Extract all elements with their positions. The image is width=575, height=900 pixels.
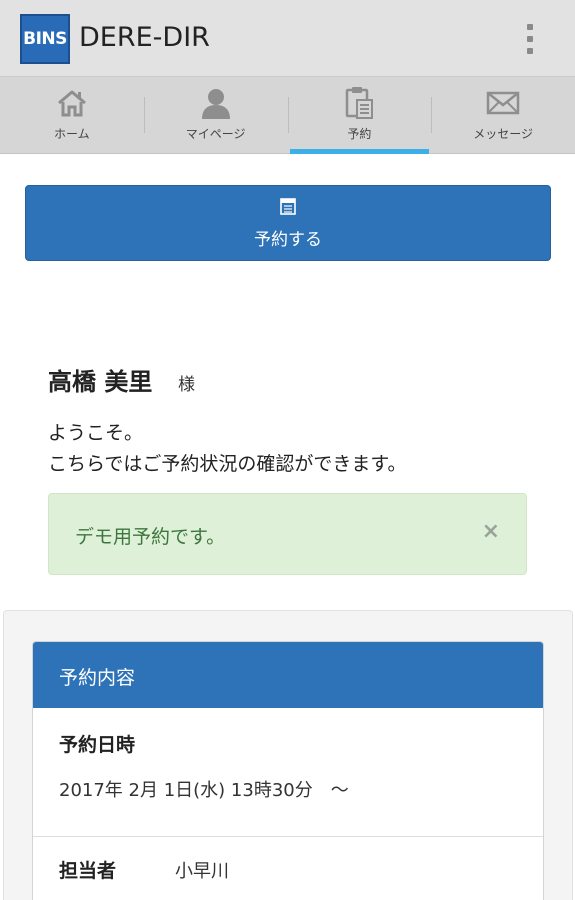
tab-home-label: ホーム [54,127,90,141]
home-icon [54,85,90,121]
calendar-icon [280,197,296,219]
reservation-panel: 予約内容 予約日時 2017年 2月 1日(水) 13時30分 ～ 担当者 小早… [32,641,544,900]
app-title: DERE-DIR [79,22,210,53]
clipboard-icon [341,85,377,121]
datetime-label: 予約日時 [59,734,136,756]
reserve-button[interactable]: 予約する [25,185,551,261]
person-icon [198,85,234,121]
tab-message[interactable]: メッセージ [431,77,575,153]
tab-mypage[interactable]: マイページ [143,77,288,153]
staff-label: 担当者 [59,860,117,882]
staff-value: 小早川 [175,861,229,882]
tab-bar: ホーム マイページ 予約 メッセージ [0,76,575,154]
tab-home[interactable]: ホーム [0,77,144,153]
reserve-button-label: 予約する [254,229,322,250]
tab-reservation-label: 予約 [347,127,372,141]
divider [33,836,543,837]
honorific: 様 [178,375,195,395]
tab-message-label: メッセージ [473,127,533,141]
tab-mypage-label: マイページ [185,127,246,141]
panel-header: 予約内容 [33,642,543,708]
demo-alert: デモ用予約です。 × [48,493,527,575]
close-icon[interactable]: × [482,519,500,544]
datetime-value: 2017年 2月 1日(水) 13時30分 ～ [59,780,349,801]
welcome-description: こちらではご予約状況の確認ができます。 [48,453,407,475]
app-bar: BINS DERE-DIR [0,0,575,76]
tab-reservation[interactable]: 予約 [287,77,432,154]
user-name: 高橋 美里 [48,368,153,396]
alert-message: デモ用予約です。 [75,526,226,548]
welcome-text: ようこそ。 [48,422,144,444]
app-logo: BINS [20,14,70,64]
overflow-menu-icon[interactable] [522,22,538,56]
envelope-icon [485,85,521,121]
